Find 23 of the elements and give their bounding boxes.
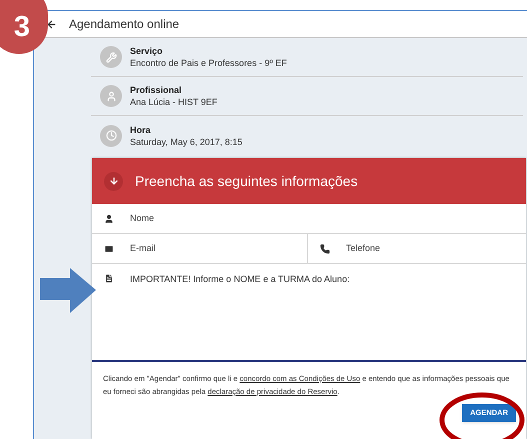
service-icon — [100, 46, 122, 68]
user-icon — [104, 214, 114, 224]
back-icon[interactable] — [46, 18, 57, 30]
summary-value: Encontro de Pais e Professores - 9º EF — [130, 57, 287, 69]
form-title: Preencha as seguintes informações — [135, 172, 358, 191]
notes-field[interactable]: IMPORTANTE! Informe o NOME e a TURMA do Aluno: — [92, 264, 526, 362]
summary-label: Hora — [130, 124, 152, 136]
notes-input[interactable]: IMPORTANTE! Informe o NOME e a TURMA do Aluno: — [130, 273, 526, 353]
document-icon — [104, 273, 114, 284]
summary-label: Serviço — [130, 45, 164, 57]
arrow-annotation — [40, 268, 96, 313]
phone-icon — [320, 244, 330, 254]
arrow-down-icon — [104, 172, 123, 190]
time-icon — [100, 124, 122, 146]
summary-value: Ana Lúcia - HIST 9EF — [130, 96, 218, 108]
summary-value: Saturday, May 6, 2017, 8:15 — [130, 136, 242, 148]
email-field[interactable]: E-mail — [130, 242, 280, 256]
header-title: Agendamento online — [69, 16, 180, 33]
phone-field[interactable]: Telefone — [346, 242, 496, 256]
step-badge: 3 — [0, 0, 48, 54]
name-field[interactable]: Nome — [130, 212, 526, 226]
professional-icon — [100, 85, 122, 107]
summary-label: Profissional — [130, 84, 183, 96]
